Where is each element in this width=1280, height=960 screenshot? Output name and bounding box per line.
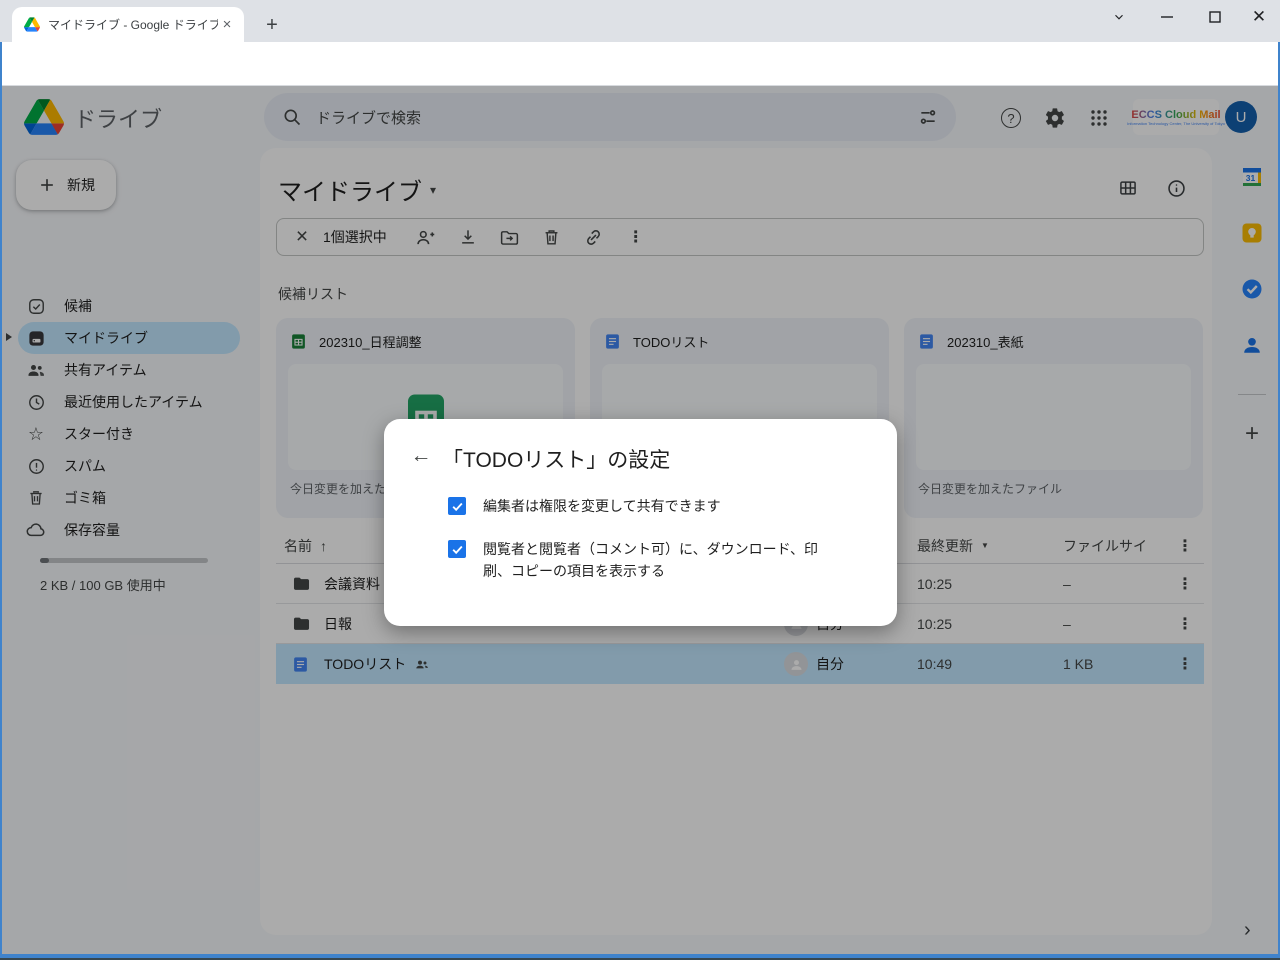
tab-title: マイドライブ - Google ドライブ: [48, 16, 218, 33]
window-close-button[interactable]: ✕: [1244, 4, 1274, 30]
new-tab-button[interactable]: +: [258, 12, 286, 40]
option-label: 編集者は権限を変更して共有できます: [483, 495, 721, 517]
option-label: 閲覧者と閲覧者（コメント可）に、ダウンロード、印刷、コピーの項目を表示する: [483, 538, 843, 582]
window-chevron-icon[interactable]: [1104, 4, 1134, 30]
window-maximize-button[interactable]: [1200, 4, 1230, 30]
dialog-title: 「TODOリスト」の設定: [442, 444, 670, 474]
settings-dialog: ← 「TODOリスト」の設定 編集者は権限を変更して共有できます 閲覧者と閲覧者…: [384, 419, 897, 626]
window-minimize-button[interactable]: [1152, 4, 1182, 30]
browser-tab-bar: マイドライブ - Google ドライブ × + ✕: [0, 0, 1280, 42]
option-viewers-can-download[interactable]: 閲覧者と閲覧者（コメント可）に、ダウンロード、印刷、コピーの項目を表示する: [448, 538, 848, 582]
browser-tab[interactable]: マイドライブ - Google ドライブ ×: [12, 7, 244, 42]
checkbox-checked[interactable]: [448, 540, 466, 558]
back-arrow-icon[interactable]: ←: [406, 441, 436, 471]
browser-toolbar: drive.google.com/drive/my-drive ☆ U ⋮: [0, 42, 1280, 86]
drive-app: ドライブ ドライブで検索 ? ECCS Cloud Mail Informati…: [0, 86, 1280, 954]
window-border-left: [0, 42, 2, 960]
drive-favicon: [24, 17, 40, 32]
tab-close-icon[interactable]: ×: [218, 16, 236, 34]
checkbox-checked[interactable]: [448, 497, 466, 515]
option-editors-can-share[interactable]: 編集者は権限を変更して共有できます: [448, 495, 848, 517]
